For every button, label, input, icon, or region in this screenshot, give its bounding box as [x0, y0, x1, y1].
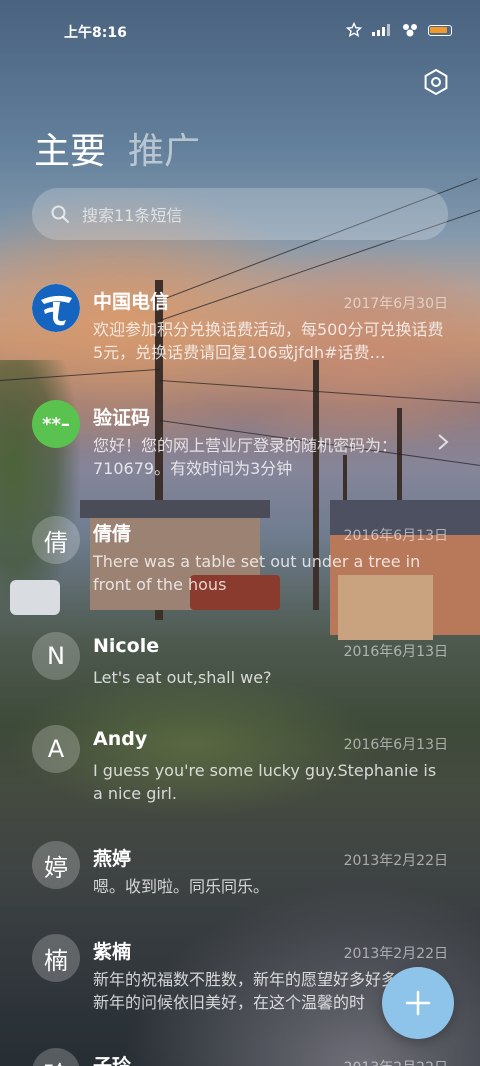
message-date: 2016年6月13日 [343, 644, 448, 660]
wifi-icon [403, 24, 417, 37]
message-date: 2016年6月13日 [343, 737, 448, 753]
contact-name: 验证码 [93, 407, 151, 429]
category-tabs: 主要 推广 [34, 122, 200, 174]
message-date: 2017年6月30日 [343, 296, 448, 312]
message-preview: I guess you're some lucky guy.Stephanie … [93, 761, 437, 803]
message-preview: 新年的祝福数不胜数，新年的愿望好多好多，新年的问候依旧美好，在这个温馨的时 [93, 970, 414, 1012]
contact-name: 子玲 [93, 1055, 132, 1066]
tab-primary[interactable]: 主要 [34, 122, 106, 174]
settings-icon [424, 68, 448, 96]
conversation-item[interactable]: 婷 燕婷 2013年2月22日 嗯。收到啦。同乐同乐。 [0, 841, 480, 911]
message-preview: 您好！您的网上营业厅登录的随机密码为：710679。有效时间为3分钟 [93, 436, 398, 478]
conversation-item[interactable]: A Andy 2016年6月13日 I guess you're some lu… [0, 725, 480, 815]
search-placeholder: 搜索11条短信 [82, 206, 183, 225]
avatar: 玲 [32, 1048, 80, 1066]
contact-name: 倩倩 [93, 523, 132, 545]
status-time: 上午8:16 [64, 25, 127, 41]
contact-name: 燕婷 [93, 848, 132, 870]
plus-icon [405, 990, 431, 1016]
avatar: 婷 [32, 841, 80, 889]
conversation-item[interactable]: 倩 倩倩 2016年6月13日 There was a table set ou… [0, 516, 480, 606]
message-date: 2013年2月22日 [343, 853, 448, 869]
avatar: N [32, 632, 80, 680]
china-telecom-logo-icon [32, 284, 80, 332]
chevron-right-icon [438, 434, 449, 450]
signal-icon [372, 24, 390, 36]
message-preview: 欢迎参加积分兑换话费活动，每500分可兑换话费5元，兑换话费请回复106或jfd… [93, 320, 444, 362]
message-preview: Let's eat out,shall we? [93, 668, 272, 687]
avatar: **– [32, 400, 80, 448]
message-preview: 嗯。收到啦。同乐同乐。 [93, 877, 270, 896]
message-date: 2013年2月22日 [343, 946, 448, 962]
battery-icon [428, 24, 452, 36]
conversation-item[interactable]: N Nicole 2016年6月13日 Let's eat out,shall … [0, 632, 480, 702]
conversation-item[interactable]: 中国电信 2017年6月30日 欢迎参加积分兑换话费活动，每500分可兑换话费5… [0, 284, 480, 384]
message-date: 2016年6月13日 [343, 528, 448, 544]
avatar: A [32, 725, 80, 773]
star-icon [346, 22, 362, 37]
tab-promotions[interactable]: 推广 [128, 122, 200, 174]
conversation-item[interactable]: **– 验证码 您好！您的网上营业厅登录的随机密码为：710679。有效时间为3… [0, 400, 480, 490]
search-icon [51, 205, 69, 223]
contact-name: Nicole [93, 635, 160, 657]
status-icons [346, 22, 452, 38]
settings-button[interactable] [422, 68, 450, 96]
avatar: 倩 [32, 516, 80, 564]
avatar: 楠 [32, 934, 80, 982]
message-date: 2013年2月22日 [344, 1057, 448, 1066]
contact-name: 紫楠 [93, 941, 132, 963]
message-preview: There was a table set out under a tree i… [93, 552, 421, 594]
new-message-button[interactable] [382, 967, 454, 1039]
status-bar: 上午8:16 [0, 0, 480, 64]
avatar [32, 284, 80, 332]
contact-name: Andy [93, 728, 148, 750]
contact-name: 中国电信 [93, 291, 170, 313]
conversation-item[interactable]: 玲 子玲 2013年2月22日 [0, 1048, 480, 1066]
search-input[interactable]: 搜索11条短信 [32, 188, 448, 240]
